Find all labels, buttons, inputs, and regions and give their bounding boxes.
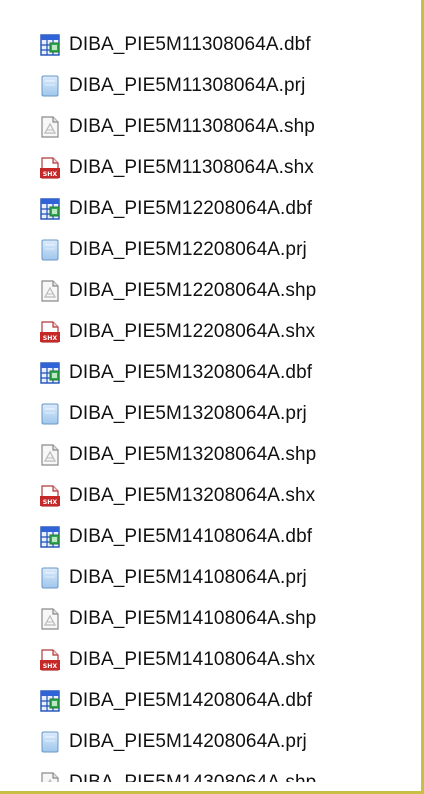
file-list-item[interactable]: SHX DIBA_PIE5M14108064A.shx — [40, 640, 412, 681]
file-explorer-window: DIBA_PIE5M11308064A.dbf DIBA_PIE5M1130806… — [0, 0, 424, 794]
svg-text:SHX: SHX — [43, 499, 58, 506]
file-list-item[interactable]: DIBA_PIE5M13208064A.shp — [40, 434, 412, 475]
shp-file-icon — [40, 116, 60, 138]
file-name-label: DIBA_PIE5M14108064A.shx — [69, 649, 316, 671]
file-name-label: DIBA_PIE5M11308064A.shx — [69, 156, 314, 178]
prj-file-icon — [40, 403, 60, 425]
prj-file-icon — [40, 75, 60, 97]
file-list-item[interactable]: DIBA_PIE5M14108064A.prj — [40, 558, 412, 599]
file-list-item[interactable]: DIBA_PIE5M12208064A.shp — [40, 270, 412, 311]
file-list-item[interactable]: DIBA_PIE5M13208064A.prj — [40, 393, 412, 434]
dbf-file-icon — [40, 198, 60, 220]
file-list-item[interactable]: DIBA_PIE5M11308064A.dbf — [40, 24, 412, 65]
file-list-item[interactable]: DIBA_PIE5M14108064A.shp — [40, 599, 412, 640]
file-name-label: DIBA_PIE5M11308064A.shp — [69, 115, 315, 137]
shx-file-icon: SHX — [40, 485, 60, 507]
file-list-item[interactable]: DIBA_PIE5M14108064A.dbf — [40, 517, 412, 558]
svg-text:SHX: SHX — [43, 171, 58, 178]
file-name-label: DIBA_PIE5M11308064A.prj — [69, 74, 306, 96]
file-list-item[interactable]: DIBA_PIE5M11308064A.prj — [40, 65, 412, 106]
dbf-file-icon — [40, 33, 60, 56]
file-list-item[interactable]: DIBA_PIE5M11308064A.shp — [40, 106, 412, 147]
shp-file-icon — [40, 280, 60, 302]
shx-file-icon: SHX — [40, 649, 60, 671]
file-list-item[interactable]: SHX DIBA_PIE5M11308064A.shx — [40, 147, 412, 188]
file-name-label: DIBA_PIE5M13208064A.shp — [69, 443, 317, 465]
svg-text:SHX: SHX — [43, 663, 58, 670]
file-name-label: DIBA_PIE5M13208064A.prj — [69, 402, 307, 424]
shp-file-icon — [40, 444, 60, 466]
file-name-label: DIBA_PIE5M14208064A.dbf — [69, 690, 313, 712]
file-name-label: DIBA_PIE5M13208064A.shx — [69, 485, 316, 507]
file-name-label: DIBA_PIE5M11308064A.dbf — [69, 33, 311, 55]
file-list-item[interactable]: SHX DIBA_PIE5M13208064A.shx — [40, 476, 412, 517]
file-name-label: DIBA_PIE5M13208064A.dbf — [69, 361, 313, 383]
file-name-label: DIBA_PIE5M14108064A.dbf — [69, 526, 313, 548]
file-list-item[interactable]: DIBA_PIE5M14208064A.dbf — [40, 681, 412, 722]
shp-file-icon — [40, 772, 60, 782]
shx-file-icon: SHX — [40, 321, 60, 343]
file-name-label: DIBA_PIE5M14308064A.shp — [69, 772, 316, 782]
file-list-item[interactable]: DIBA_PIE5M12208064A.prj — [40, 229, 412, 270]
shx-file-icon: SHX — [40, 157, 60, 179]
file-list-item[interactable]: SHX DIBA_PIE5M12208064A.shx — [40, 311, 412, 352]
file-name-label: DIBA_PIE5M12208064A.dbf — [69, 197, 313, 219]
prj-file-icon — [40, 567, 60, 589]
file-list-item[interactable]: DIBA_PIE5M12208064A.dbf — [40, 188, 412, 229]
file-name-label: DIBA_PIE5M12208064A.shp — [69, 279, 317, 301]
dbf-file-icon — [40, 526, 60, 548]
file-name-label: DIBA_PIE5M14108064A.shp — [69, 608, 317, 630]
file-name-label: DIBA_PIE5M14108064A.prj — [69, 567, 307, 589]
file-name-label: DIBA_PIE5M12208064A.shx — [69, 320, 316, 342]
svg-text:SHX: SHX — [43, 335, 58, 342]
file-name-label: DIBA_PIE5M14208064A.prj — [69, 731, 307, 753]
shp-file-icon — [40, 608, 60, 630]
file-list-item[interactable]: DIBA_PIE5M14308064A.shp — [40, 763, 412, 782]
file-list-item[interactable]: DIBA_PIE5M13208064A.dbf — [40, 352, 412, 393]
dbf-file-icon — [40, 362, 60, 384]
file-list[interactable]: DIBA_PIE5M11308064A.dbf DIBA_PIE5M1130806… — [40, 24, 412, 782]
file-list-item[interactable]: DIBA_PIE5M14208064A.prj — [40, 722, 412, 763]
prj-file-icon — [40, 239, 60, 261]
dbf-file-icon — [40, 690, 60, 712]
prj-file-icon — [40, 731, 60, 753]
file-name-label: DIBA_PIE5M12208064A.prj — [69, 238, 307, 260]
